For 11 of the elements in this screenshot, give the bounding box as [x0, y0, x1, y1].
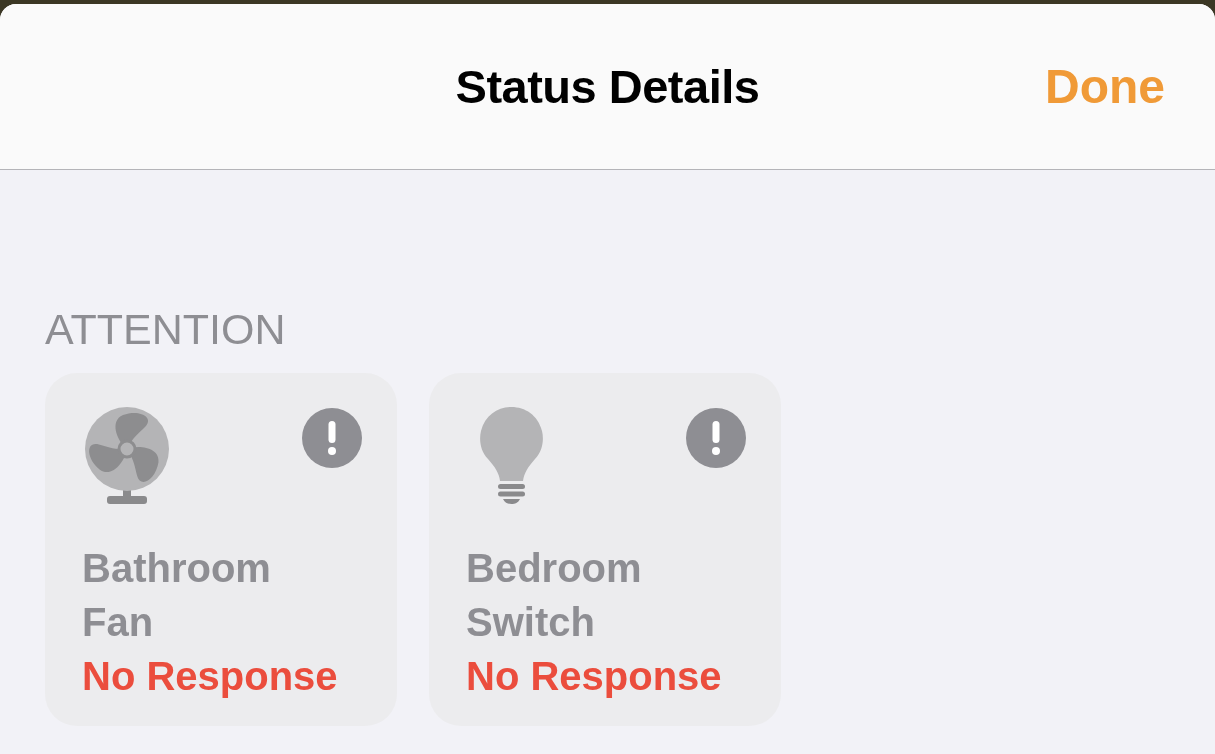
device-tile[interactable]: Bedroom Switch No Response: [429, 373, 781, 726]
sheet-title: Status Details: [455, 59, 760, 114]
section-heading: ATTENTION: [45, 304, 287, 355]
fan-icon: [83, 407, 171, 504]
device-status: No Response: [82, 653, 339, 700]
device-name: Bedroom Switch: [466, 545, 643, 646]
done-button[interactable]: Done: [1045, 58, 1165, 115]
device-status: No Response: [466, 653, 723, 700]
device-name: Bathroom Fan: [82, 545, 272, 646]
device-tile[interactable]: Bathroom Fan No Response: [45, 373, 397, 726]
light-bulb-icon: [478, 407, 545, 504]
